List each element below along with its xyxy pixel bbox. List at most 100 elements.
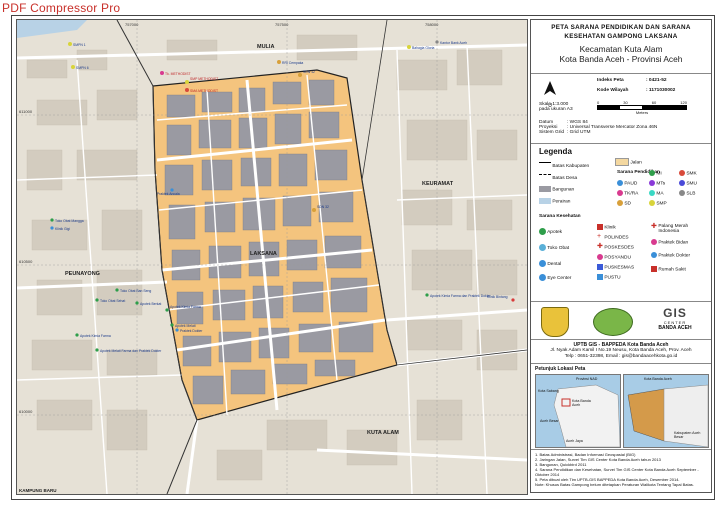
toko-obat-icon bbox=[539, 244, 546, 251]
legend-pustu: PUSTU bbox=[604, 275, 621, 281]
scale-tick: 60 bbox=[651, 100, 657, 105]
inset-aceh-map: Provinsi NAD Kota Sabang Kota Banda Aceh… bbox=[535, 374, 621, 448]
source-note: Note: Khusus Batas Gampong belum ditetap… bbox=[535, 482, 694, 487]
puskesmas-icon bbox=[597, 264, 603, 270]
poi-label: Klinik Gigi bbox=[55, 227, 70, 231]
scale-tick: 0 bbox=[597, 100, 600, 105]
legend-puskesmas: PUSKESMAS bbox=[604, 265, 635, 271]
legend-ma: MA bbox=[656, 191, 664, 197]
water-swatch-icon bbox=[539, 198, 551, 204]
index-value: : 0421-52 bbox=[646, 78, 667, 83]
poi-label: SMPN 6 bbox=[76, 66, 89, 70]
legend-tk: TK/RA bbox=[624, 191, 639, 197]
map-canvas[interactable]: 757000 757500 758000 611000 610500 61000… bbox=[16, 19, 528, 495]
area-label-peunayong: PEUNAYONG bbox=[65, 271, 100, 277]
kode-value: : 1171030002 bbox=[646, 88, 676, 93]
legend-praktek-bidan: Praktek Bidan bbox=[658, 240, 689, 246]
inset-label-nad: Provinsi NAD bbox=[576, 377, 598, 381]
poi-label: Toko Obat Ban Seng bbox=[120, 289, 151, 293]
praktek-dokter-icon bbox=[651, 252, 657, 258]
legend-smu: SMU bbox=[686, 181, 698, 187]
legend-klinik: Klinik bbox=[604, 225, 616, 231]
poi-label: Apotek Berkat bbox=[140, 302, 161, 306]
smu-icon bbox=[679, 180, 685, 186]
poi-label: Apotek Kimia Farma bbox=[80, 334, 111, 338]
area-label-laksana: LAKSANA bbox=[250, 251, 277, 257]
poi-label: Apotek Kimia Farma dan Praktek Dokter bbox=[430, 294, 492, 298]
inset-label-sabang: Kota Sabang bbox=[538, 389, 559, 393]
legend-title: Legenda bbox=[539, 147, 572, 156]
legend-poskesdes: POSKESDES bbox=[604, 245, 634, 251]
publisher-block: UPTB GIS - BAPPEDA Kota Banda Aceh Jl. N… bbox=[531, 340, 711, 364]
legend-slb: SLB bbox=[686, 191, 696, 197]
inset-label-kota: Kota Banda Aceh bbox=[644, 377, 672, 381]
mi-icon bbox=[649, 170, 655, 176]
sources-block: 1. Batas Administrasi, Badan Informasi G… bbox=[531, 450, 711, 494]
slb-icon bbox=[679, 190, 685, 196]
apotek-icon bbox=[539, 228, 546, 235]
legend-sd: SD bbox=[624, 201, 632, 207]
pustu-icon bbox=[597, 274, 603, 280]
legend-smp: SMP bbox=[656, 201, 667, 207]
grid-label-left-1: 611000 bbox=[19, 109, 33, 114]
klinik-icon bbox=[597, 224, 603, 230]
scale-bar: 0 30 60 120 Meters bbox=[597, 100, 687, 115]
index-label: Indeks Peta bbox=[597, 78, 624, 83]
boundary-line-icon bbox=[539, 162, 551, 169]
legend-mi: MI bbox=[656, 171, 662, 177]
poi-label: SMPN 1 bbox=[73, 43, 86, 47]
legend-posyandu: POSYANDU bbox=[604, 255, 631, 261]
scale-tick: 120 bbox=[680, 100, 687, 105]
poi-label: Apotek Melati bbox=[175, 324, 196, 328]
road-swatch-icon bbox=[615, 158, 629, 166]
paud-icon bbox=[617, 180, 623, 186]
legend-rumah-sakit: Rumah Sakit bbox=[658, 267, 686, 273]
map-title-line1: PETA SARANA PENDIDIKAN DAN SARANA bbox=[551, 24, 691, 31]
legend-praktek-dokter: Praktek Dokter bbox=[658, 253, 691, 259]
legend-perairan: Perairan bbox=[539, 198, 570, 204]
area-label-kuta-alam: KUTA ALAM bbox=[367, 430, 399, 436]
kota-banda-aceh-emblem-icon bbox=[541, 307, 569, 337]
poi-label: RRI Cempaka bbox=[282, 61, 303, 65]
poi-label: Praktek Dokter bbox=[180, 329, 203, 333]
scale-unit: Meters bbox=[635, 110, 649, 115]
map-title-line2: KESEHATAN GAMPONG LAKSANA bbox=[564, 33, 678, 40]
grid-label-top-1: 757000 bbox=[125, 22, 139, 27]
grid-value: : Grid UTM bbox=[567, 130, 591, 135]
legend-pmi: Palang Merah Indonesia bbox=[658, 224, 689, 234]
grid-label-top-2: 757500 bbox=[275, 22, 289, 27]
map-subtitle-line2: Kota Banda Aceh - Provinsi Aceh bbox=[559, 54, 683, 64]
inset-label-aceh-jaya: Aceh Jaya bbox=[566, 439, 583, 443]
inset-banda-aceh-map: Kota Banda Aceh Kabupaten Aceh Besar bbox=[623, 374, 709, 448]
legend-bangunan: Bangunan bbox=[539, 186, 574, 192]
poi-label: Apotek Kimia Farma bbox=[170, 305, 201, 309]
publisher-contact: Telp : 0651-32398, Email : gis@bandaaceh… bbox=[564, 354, 678, 359]
tk-icon bbox=[617, 190, 623, 196]
legend-eye-center: Eye Center bbox=[547, 275, 572, 281]
poi-label: SMA METHODIST bbox=[190, 89, 218, 93]
legend-kesehatan-title: Sarana Kesehatan bbox=[539, 214, 581, 219]
legend-paud: PAUD bbox=[624, 181, 638, 187]
grid-label-left-3: 610000 bbox=[19, 409, 33, 414]
pmi-icon: ✚ bbox=[651, 223, 657, 230]
poi-label: Tk. METHODIST bbox=[165, 72, 191, 76]
legend-smk: SMK bbox=[686, 171, 697, 177]
source-item: 4. Sarana Pendidikan dan Kesehatan, Surv… bbox=[535, 467, 699, 477]
poi-label: SDN 32 bbox=[317, 205, 329, 209]
praktek-bidan-icon bbox=[651, 239, 657, 245]
village-line-icon bbox=[539, 174, 551, 181]
smp-icon bbox=[649, 200, 655, 206]
poi-label: Praktek Ancala bbox=[157, 192, 180, 196]
grid-label-left-2: 610500 bbox=[19, 259, 33, 264]
inset-label-aceh-besar: Aceh Besar bbox=[540, 419, 559, 423]
area-label-keuramat: KEURAMAT bbox=[422, 181, 454, 187]
poi-label: Toko Obat Mangga bbox=[55, 219, 84, 223]
kode-label: Kode Wilayah bbox=[597, 88, 629, 93]
building-swatch-icon bbox=[539, 186, 551, 192]
map-info-block: U Indeks Peta : 0421-52 Kode Wilayah : 1… bbox=[531, 74, 711, 144]
sd-icon bbox=[617, 200, 623, 206]
map-subtitle-line1: Kecamatan Kuta Alam bbox=[579, 44, 663, 54]
map-svg: 757000 757500 758000 611000 610500 61000… bbox=[17, 20, 527, 494]
watermark-text: PDF Compressor Pro bbox=[2, 1, 121, 15]
inset-block: Petunjuk Lokasi Peta Provinsi NAD Kota S… bbox=[531, 364, 711, 450]
